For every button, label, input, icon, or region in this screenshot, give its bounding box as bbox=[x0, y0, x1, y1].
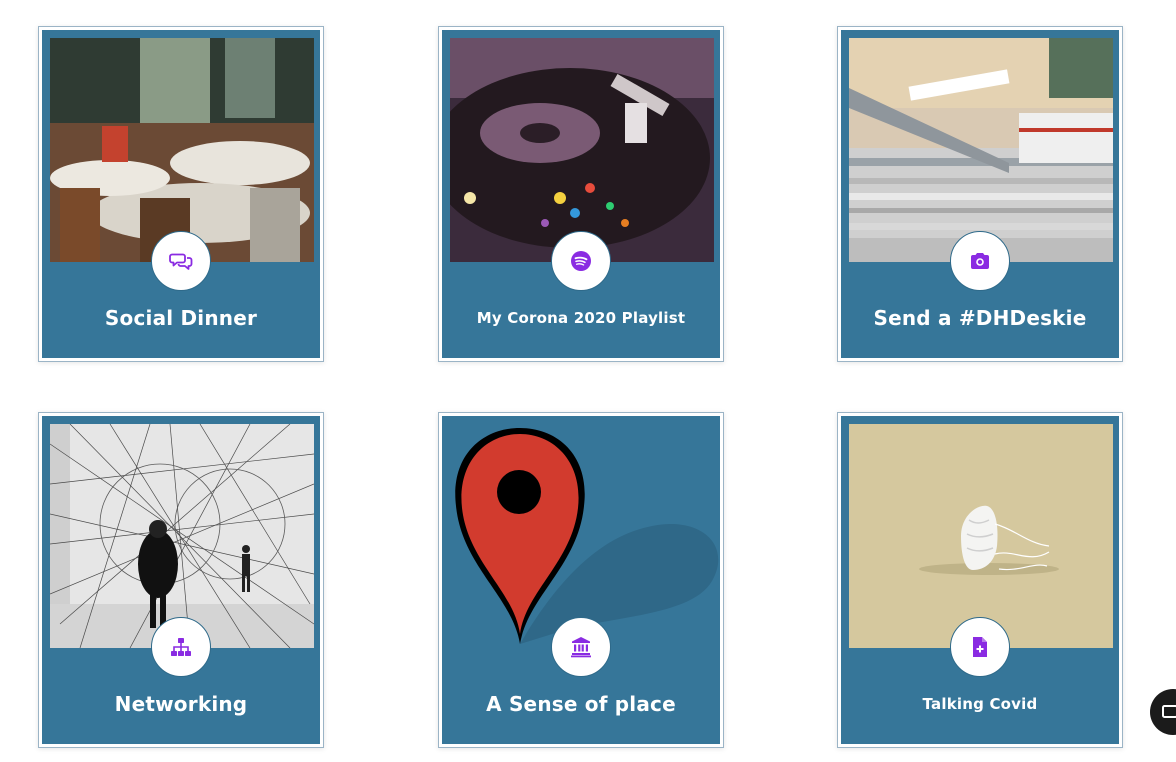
camera-icon-badge bbox=[950, 231, 1010, 291]
card-image-installation bbox=[50, 424, 314, 648]
card-body: Networking bbox=[42, 416, 320, 744]
card-body: My Corona 2020 Playlist bbox=[442, 30, 720, 358]
spotify-icon-badge bbox=[551, 231, 611, 291]
card-image-restaurant bbox=[50, 38, 314, 262]
card-title: Social Dinner bbox=[104, 306, 258, 330]
card-corona-playlist[interactable]: My Corona 2020 Playlist bbox=[438, 26, 724, 362]
card-image-face-mask bbox=[849, 424, 1113, 648]
card-send-dhdeskie[interactable]: Send a #DHDeskie bbox=[837, 26, 1123, 362]
card-body: A Sense of place bbox=[442, 416, 720, 744]
file-medical-icon bbox=[973, 637, 987, 657]
card-title: Send a #DHDeskie bbox=[873, 306, 1087, 330]
spotify-icon bbox=[571, 251, 591, 271]
sitemap-icon-badge bbox=[151, 617, 211, 677]
chat-widget-button[interactable] bbox=[1150, 689, 1176, 735]
card-body: Talking Covid bbox=[841, 416, 1119, 744]
card-image-map-pin bbox=[442, 416, 720, 648]
card-title: Talking Covid bbox=[922, 695, 1038, 713]
card-title: My Corona 2020 Playlist bbox=[476, 309, 686, 327]
card-body: Social Dinner bbox=[42, 30, 320, 358]
card-title: A Sense of place bbox=[486, 692, 676, 716]
file-medical-icon-badge bbox=[950, 617, 1010, 677]
comments-icon-badge bbox=[151, 231, 211, 291]
sitemap-icon bbox=[171, 638, 191, 656]
card-networking[interactable]: Networking bbox=[38, 412, 324, 748]
comments-icon bbox=[169, 253, 193, 270]
camera-icon bbox=[971, 253, 989, 269]
landmark-icon bbox=[571, 637, 591, 658]
card-image-magazines bbox=[849, 38, 1113, 262]
card-title: Networking bbox=[114, 692, 248, 716]
chat-widget-icon bbox=[1162, 705, 1176, 718]
card-image-record-player bbox=[450, 38, 714, 262]
card-social-dinner[interactable]: Social Dinner bbox=[38, 26, 324, 362]
card-body: Send a #DHDeskie bbox=[841, 30, 1119, 358]
landmark-icon-badge bbox=[551, 617, 611, 677]
card-talking-covid[interactable]: Talking Covid bbox=[837, 412, 1123, 748]
card-sense-of-place[interactable]: A Sense of place bbox=[438, 412, 724, 748]
